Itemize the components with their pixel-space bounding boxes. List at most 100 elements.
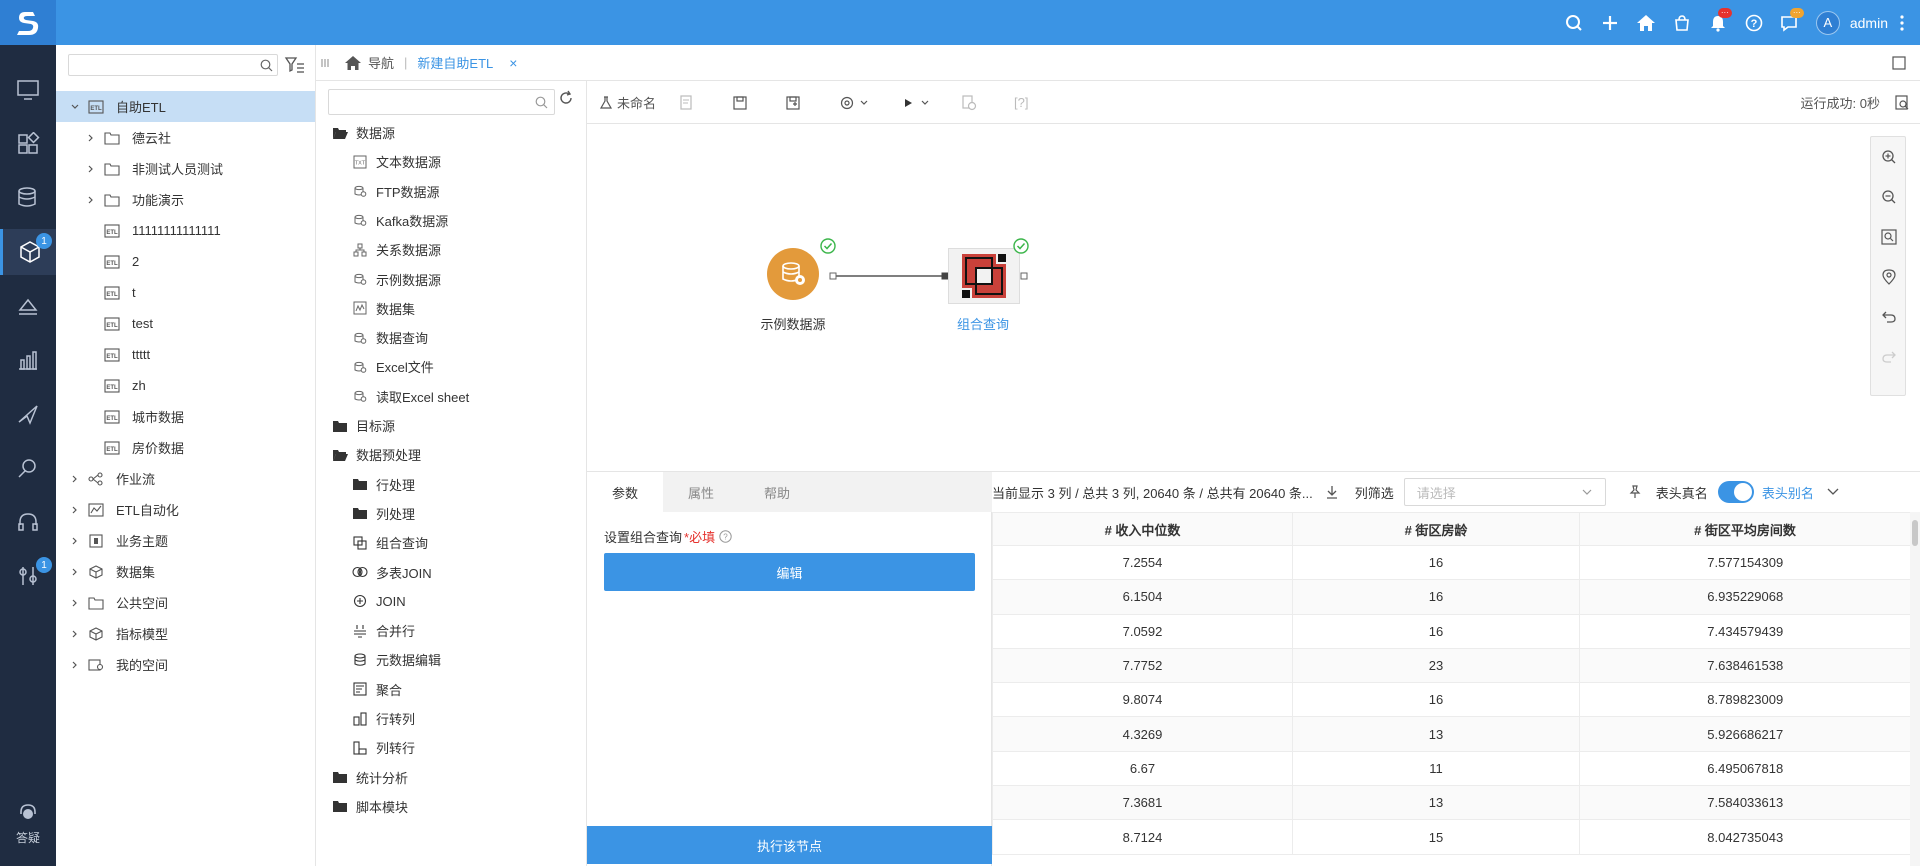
rail-help[interactable]: 答疑 [0, 801, 56, 846]
log-view-icon[interactable] [1894, 81, 1910, 124]
tab-new-etl[interactable]: 新建自助ETL [417, 53, 493, 72]
component-group[interactable]: 数据源 [332, 118, 395, 147]
refresh-icon[interactable] [558, 90, 574, 106]
schedule-dropdown[interactable] [839, 81, 869, 124]
column-header[interactable]: # 街区平均房间数 [1579, 512, 1911, 546]
download-icon[interactable] [1325, 485, 1339, 499]
component-item[interactable]: 列转行 [352, 733, 415, 762]
rail-etl-icon[interactable]: 1 [0, 229, 56, 275]
component-item[interactable]: 聚合 [352, 675, 402, 704]
undo-icon[interactable] [1871, 297, 1907, 337]
chevron-down-icon[interactable] [70, 102, 80, 112]
tree-item[interactable]: ETL自动化 [56, 494, 315, 525]
component-item[interactable]: 行转列 [352, 704, 415, 733]
tree-item[interactable]: 指标模型 [56, 618, 315, 649]
scrollbar-thumb[interactable] [1912, 520, 1918, 546]
rail-layers-icon[interactable] [0, 283, 56, 329]
component-item[interactable]: 组合查询 [352, 528, 428, 557]
tree-item[interactable]: 非测试人员测试 [56, 153, 315, 184]
chevron-right-icon[interactable] [70, 567, 80, 577]
rail-dashboard-icon[interactable] [0, 121, 56, 167]
filter-icon[interactable] [284, 54, 306, 76]
component-group[interactable]: 统计分析 [332, 763, 408, 792]
component-item[interactable]: JOIN [352, 587, 406, 616]
home-icon[interactable] [344, 55, 362, 71]
shopping-bag-icon[interactable] [1664, 0, 1700, 45]
tree-item[interactable]: 我的空间 [56, 649, 315, 680]
nav-link[interactable]: 导航 [368, 53, 394, 72]
chevron-right-icon[interactable] [86, 164, 96, 174]
rail-analysis-icon[interactable] [0, 445, 56, 491]
column-header[interactable]: # 收入中位数 [992, 512, 1293, 546]
node-combine-query[interactable] [948, 248, 1020, 304]
component-item[interactable]: 关系数据源 [352, 235, 441, 264]
component-item[interactable]: 读取Excel sheet [352, 382, 469, 411]
chat-icon[interactable]: ··· [1772, 0, 1808, 45]
component-item[interactable]: 数据查询 [352, 323, 428, 352]
username[interactable]: admin [1850, 15, 1888, 31]
component-item[interactable]: 多表JOIN [352, 558, 432, 587]
rail-tools-icon[interactable]: 1 [0, 553, 56, 599]
search-icon[interactable] [1556, 0, 1592, 45]
component-group[interactable]: 数据预处理 [332, 440, 421, 469]
component-item[interactable]: TXT 文本数据源 [352, 147, 441, 176]
tree-item[interactable]: ETL zh [56, 370, 315, 401]
tree-item[interactable]: ETL 自助ETL [56, 91, 315, 122]
component-item[interactable]: 行处理 [352, 470, 415, 499]
table-row[interactable]: 7.3681 13 7.584033613 [992, 785, 1911, 821]
drag-handle-icon[interactable] [320, 57, 330, 69]
save-button[interactable] [732, 81, 748, 124]
component-item[interactable]: Excel文件 [352, 352, 434, 381]
chevron-right-icon[interactable] [70, 660, 80, 670]
tree-search-input[interactable] [68, 54, 278, 76]
chevron-right-icon[interactable] [86, 195, 96, 205]
bell-icon[interactable]: ··· [1700, 0, 1736, 45]
tree-item[interactable]: 德云社 [56, 122, 315, 153]
app-logo[interactable] [0, 0, 56, 45]
rail-monitor-icon[interactable] [0, 67, 56, 113]
execute-node-button[interactable]: 执行该节点 [587, 826, 992, 864]
header-alias-toggle[interactable] [1717, 481, 1754, 503]
more-vertical-icon[interactable] [1900, 0, 1910, 45]
tree-item[interactable]: ETL 城市数据 [56, 401, 315, 432]
tree-item[interactable]: 功能演示 [56, 184, 315, 215]
save-as-button[interactable] [785, 81, 801, 124]
help-circle-icon[interactable]: ? [1736, 0, 1772, 45]
node-sample-datasource[interactable] [767, 248, 819, 300]
tree-item[interactable]: 作业流 [56, 463, 315, 494]
table-row[interactable]: 8.7124 15 8.042735043 [992, 819, 1911, 855]
tree-item[interactable]: 数据集 [56, 556, 315, 587]
chevron-right-icon[interactable] [70, 629, 80, 639]
chevron-right-icon[interactable] [86, 133, 96, 143]
home-icon[interactable] [1628, 0, 1664, 45]
chevron-right-icon[interactable] [70, 536, 80, 546]
chevron-down-icon[interactable] [1826, 485, 1840, 499]
tree-item[interactable]: ETL 11111111111111 [56, 215, 315, 246]
stop-button[interactable] [961, 81, 977, 124]
table-row[interactable]: 9.8074 16 8.789823009 [992, 682, 1911, 718]
component-item[interactable]: 合并行 [352, 616, 415, 645]
close-tab-icon[interactable]: × [509, 55, 517, 71]
plus-icon[interactable] [1592, 0, 1628, 45]
rail-send-icon[interactable] [0, 391, 56, 437]
tree-item[interactable]: ETL ttttt [56, 339, 315, 370]
tree-item[interactable]: 公共空间 [56, 587, 315, 618]
redo-icon[interactable] [1871, 337, 1907, 377]
component-group[interactable]: 目标源 [332, 411, 395, 440]
zoom-out-icon[interactable] [1871, 177, 1907, 217]
tree-item[interactable]: ETL 房价数据 [56, 432, 315, 463]
grid-scrollbar[interactable] [1910, 512, 1920, 866]
maximize-icon[interactable] [1892, 56, 1906, 70]
tab-help[interactable]: 帮助 [739, 472, 815, 512]
tree-item[interactable]: ETL test [56, 308, 315, 339]
chevron-right-icon[interactable] [70, 505, 80, 515]
column-filter-select[interactable]: 请选择 [1403, 478, 1606, 506]
rename-button[interactable]: 未命名 [599, 81, 656, 124]
edit-button[interactable]: 编辑 [604, 553, 975, 591]
rail-headset-icon[interactable] [0, 499, 56, 545]
table-row[interactable]: 6.1504 16 6.935229068 [992, 579, 1911, 615]
component-item[interactable]: 列处理 [352, 499, 415, 528]
chevron-right-icon[interactable] [70, 598, 80, 608]
table-row[interactable]: 7.0592 16 7.434579439 [992, 614, 1911, 649]
help-button[interactable]: [?] [1014, 81, 1028, 124]
